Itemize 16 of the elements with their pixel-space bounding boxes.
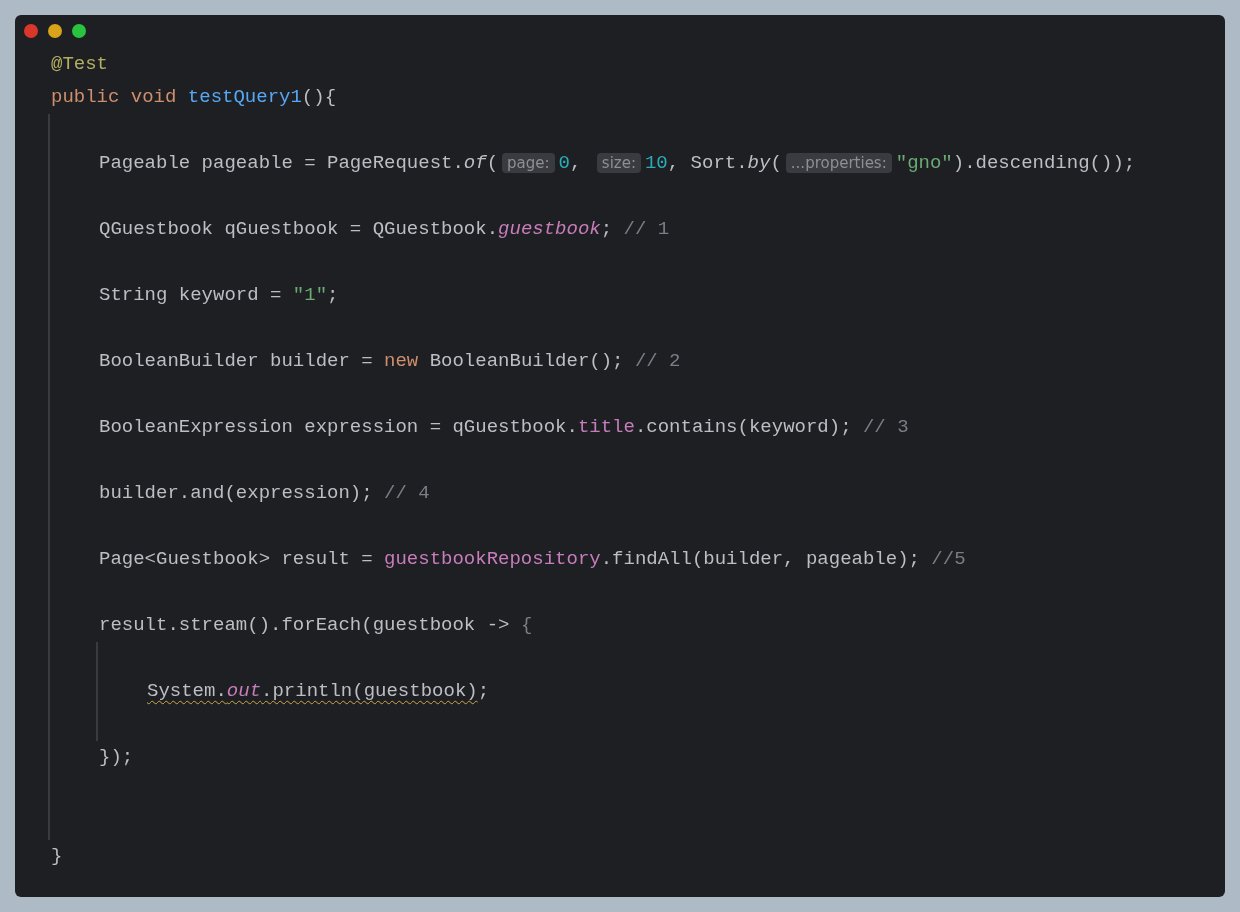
code-line: QGuestbook qGuestbook = QGuestbook.guestbook; // 1 <box>99 217 670 242</box>
code-line: }); <box>99 745 134 770</box>
code-line: public void testQuery1(){ <box>51 85 337 110</box>
code-line: System.out.println(guestbook); <box>147 679 490 704</box>
maximize-button[interactable] <box>72 24 86 38</box>
code-line: BooleanExpression expression = qGuestbook.title.contains(keyword); // 3 <box>99 415 909 440</box>
minimize-button[interactable] <box>48 24 62 38</box>
code-line: @Test <box>51 52 108 77</box>
code-line: Page<Guestbook> result = guestbookRepository.findAll(builder, pageable); //5 <box>99 547 966 572</box>
code-line: BooleanBuilder builder = new BooleanBuilder(); // 2 <box>99 349 681 374</box>
code-line: result.stream().forEach(guestbook -> { <box>99 613 533 638</box>
close-button[interactable] <box>24 24 38 38</box>
code-line: String keyword = "1"; <box>99 283 339 308</box>
code-line: Pageable pageable = PageRequest.of( page: 0, size: 10, Sort.by( ...properties: "gno").descending()); <box>99 151 1136 176</box>
code-line: } <box>51 844 63 869</box>
code-line: builder.and(expression); // 4 <box>99 481 430 506</box>
